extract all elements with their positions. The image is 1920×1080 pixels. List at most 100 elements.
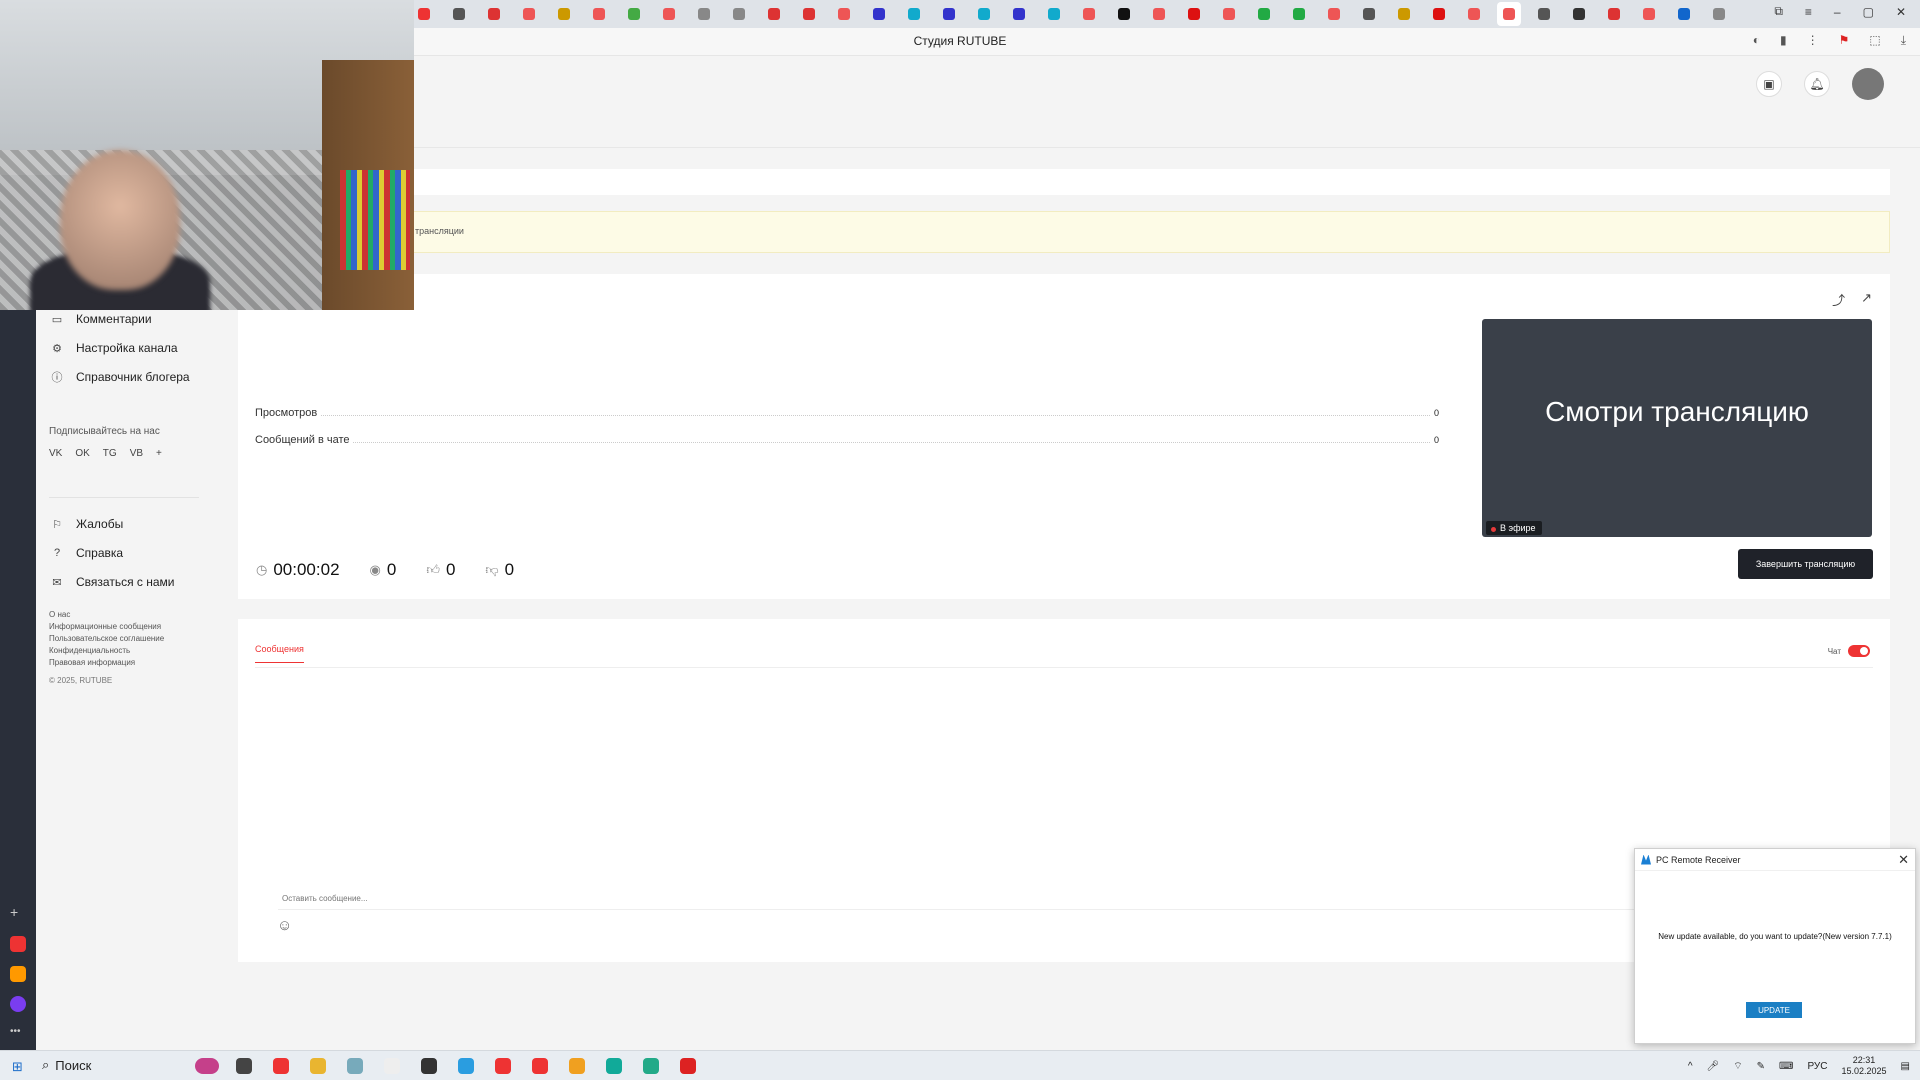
open-external-icon[interactable]: ↗: [1861, 290, 1872, 309]
bell-icon[interactable]: 🔔︎: [1804, 71, 1830, 97]
extensions-icon[interactable]: ⬚: [1869, 33, 1880, 48]
minimize-icon[interactable]: –: [1834, 5, 1841, 19]
browser-tab-favicon-icon[interactable]: [447, 2, 471, 26]
footer-link-info[interactable]: Информационные сообщения: [49, 621, 164, 633]
viber-icon[interactable]: VB: [130, 448, 143, 459]
taskbar-app-icon[interactable]: [232, 1054, 256, 1078]
browser-tab-favicon-icon[interactable]: [1357, 2, 1381, 26]
vk-icon[interactable]: VK: [49, 448, 62, 459]
more-icon[interactable]: ⋮: [1807, 33, 1819, 48]
browser-tab-favicon-icon[interactable]: [552, 2, 576, 26]
close-window-icon[interactable]: ✕: [1896, 5, 1906, 19]
microphone-icon[interactable]: 🎤︎: [1707, 1061, 1720, 1072]
tray-chevron-icon[interactable]: ^: [1688, 1061, 1693, 1072]
mail-app-icon[interactable]: [10, 966, 26, 982]
browser-tab-favicon-icon[interactable]: [1322, 2, 1346, 26]
browser-tab-favicon-icon[interactable]: [1147, 2, 1171, 26]
more-social-icon[interactable]: +: [156, 448, 162, 459]
browser-tab-favicon-icon[interactable]: [1077, 2, 1101, 26]
avatar[interactable]: [1852, 68, 1884, 100]
browser-tab-favicon-icon[interactable]: [1007, 2, 1031, 26]
pen-icon[interactable]: ✎: [1757, 1061, 1765, 1072]
taskbar-app-icon[interactable]: [343, 1054, 367, 1078]
clock[interactable]: 22:31 15.02.2025: [1842, 1055, 1887, 1077]
taskbar-app-icon[interactable]: [306, 1054, 330, 1078]
rutube-app-icon[interactable]: [10, 936, 26, 952]
bookmark-icon[interactable]: ▮: [1780, 33, 1787, 48]
chat-switch[interactable]: [1848, 645, 1870, 657]
tabs-menu-icon[interactable]: ⧉: [1774, 4, 1783, 19]
browser-tab-favicon-icon[interactable]: [902, 2, 926, 26]
chat-toggle[interactable]: Чат: [1828, 645, 1870, 657]
alice-app-icon[interactable]: [10, 996, 26, 1012]
browser-tab-favicon-icon[interactable]: [1567, 2, 1591, 26]
maximize-icon[interactable]: ▢: [1863, 5, 1874, 19]
browser-tab-favicon-icon[interactable]: [832, 2, 856, 26]
footer-link-legal[interactable]: Правовая информация: [49, 657, 164, 669]
download-icon[interactable]: ⤓: [1901, 33, 1906, 48]
browser-tab-favicon-icon[interactable]: [1287, 2, 1311, 26]
tab-messages[interactable]: Сообщения: [255, 644, 304, 663]
stream-preview[interactable]: Смотри трансляцию В эфире: [1482, 319, 1872, 537]
taskbar-app-icon[interactable]: [269, 1054, 293, 1078]
more-apps-icon[interactable]: •••: [10, 1026, 26, 1042]
browser-tab-favicon-icon[interactable]: [587, 2, 611, 26]
taskbar-app-icon[interactable]: [380, 1054, 404, 1078]
browser-tab-favicon-icon[interactable]: [1497, 2, 1521, 26]
browser-tab-favicon-icon[interactable]: [762, 2, 786, 26]
network-icon[interactable]: ⌔: [1733, 1060, 1742, 1073]
browser-tab-favicon-icon[interactable]: [657, 2, 681, 26]
close-icon[interactable]: ✕: [1898, 852, 1909, 868]
browser-tab-favicon-icon[interactable]: [1042, 2, 1066, 26]
browser-tab-favicon-icon[interactable]: [1112, 2, 1136, 26]
browser-tab-favicon-icon[interactable]: [692, 2, 716, 26]
browser-tabs[interactable]: [412, 2, 1731, 26]
browser-tab-favicon-icon[interactable]: [1427, 2, 1451, 26]
browser-tab-favicon-icon[interactable]: [482, 2, 506, 26]
taskbar-app-icon[interactable]: [676, 1054, 700, 1078]
nav-blogger-guide[interactable]: ⓘ Справочник блогера: [50, 370, 190, 384]
menu-icon[interactable]: ≡: [1805, 5, 1812, 19]
browser-tab-favicon-icon[interactable]: [1707, 2, 1731, 26]
screen-icon[interactable]: ▣: [1756, 71, 1782, 97]
browser-tab-favicon-icon[interactable]: [972, 2, 996, 26]
browser-tab-favicon-icon[interactable]: [797, 2, 821, 26]
taskbar-app-icon[interactable]: [417, 1054, 441, 1078]
footer-link-about[interactable]: О нас: [49, 609, 164, 621]
nav-complaints[interactable]: ⚐ Жалобы: [50, 517, 123, 531]
browser-tab-favicon-icon[interactable]: [727, 2, 751, 26]
browser-tab-favicon-icon[interactable]: [1602, 2, 1626, 26]
taskbar-app-icon[interactable]: [491, 1054, 515, 1078]
privacy-icon[interactable]: ◐: [1753, 33, 1760, 48]
language-indicator[interactable]: РУС: [1807, 1061, 1827, 1072]
emoji-icon[interactable]: ☺: [277, 917, 292, 934]
taskbar-app-icon[interactable]: [454, 1054, 478, 1078]
keyboard-icon[interactable]: ⌨: [1779, 1061, 1793, 1072]
browser-tab-favicon-icon[interactable]: [1182, 2, 1206, 26]
notifications-icon[interactable]: ▤: [1901, 1061, 1910, 1072]
browser-tab-favicon-icon[interactable]: [1532, 2, 1556, 26]
ok-icon[interactable]: OK: [75, 448, 89, 459]
browser-tab-favicon-icon[interactable]: [1637, 2, 1661, 26]
browser-tab-favicon-icon[interactable]: [1217, 2, 1241, 26]
browser-tab-favicon-icon[interactable]: [1462, 2, 1486, 26]
update-button[interactable]: UPDATE: [1746, 1002, 1802, 1018]
nav-channel-settings[interactable]: ⚙ Настройка канала: [50, 341, 178, 355]
taskbar-app-icon[interactable]: [565, 1054, 589, 1078]
footer-link-privacy[interactable]: Конфиденциальность: [49, 645, 164, 657]
browser-tab-favicon-icon[interactable]: [622, 2, 646, 26]
telegram-icon[interactable]: TG: [103, 448, 117, 459]
browser-tab-favicon-icon[interactable]: [517, 2, 541, 26]
browser-tab-favicon-icon[interactable]: [412, 2, 436, 26]
taskbar-app-icon[interactable]: [602, 1054, 626, 1078]
taskbar-search[interactable]: ⌕ Поиск: [42, 1057, 91, 1073]
taskbar-app-icon[interactable]: [639, 1054, 663, 1078]
nav-contact[interactable]: ✉ Связаться с нами: [50, 575, 174, 589]
browser-tab-favicon-icon[interactable]: [1672, 2, 1696, 26]
protect-icon[interactable]: ⚑: [1839, 33, 1850, 48]
windows-start-icon[interactable]: ⊞: [12, 1059, 23, 1075]
end-stream-button[interactable]: Завершить трансляцию: [1738, 549, 1873, 579]
taskbar-app-icon[interactable]: [528, 1054, 552, 1078]
browser-tab-favicon-icon[interactable]: [1252, 2, 1276, 26]
browser-tab-favicon-icon[interactable]: [937, 2, 961, 26]
